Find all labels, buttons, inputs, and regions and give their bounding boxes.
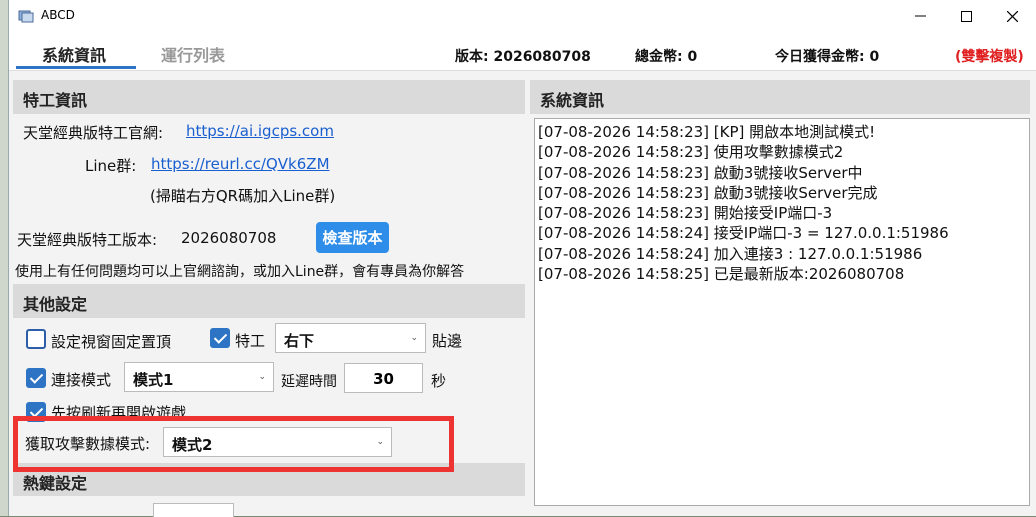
agent-position-select[interactable]: 右下 ⌄ (275, 323, 426, 353)
app-icon (18, 8, 34, 23)
hotkey-input[interactable] (153, 503, 234, 517)
tab-system-info[interactable]: 系統資訊 (42, 42, 106, 66)
pin-window-checkbox[interactable] (26, 329, 46, 349)
qr-hint: (掃瞄右方QR碼加入Line群) (150, 187, 336, 205)
total-coins-stat: 總金幣: 0 (635, 49, 698, 65)
agent-version-value: 2026080708 (181, 229, 277, 247)
other-settings-header: 其他設定 (13, 284, 525, 318)
chevron-down-icon: ⌄ (410, 333, 418, 343)
chevron-down-icon: ⌄ (258, 372, 266, 382)
agent-label: 特工 (235, 332, 266, 350)
agent-info-header: 特工資訊 (13, 80, 525, 114)
tab-bar: 系統資訊 運行列表 版本: 2026080708 總金幣: 0 今日獲得金幣: … (9, 32, 1036, 70)
highlight-box (13, 416, 454, 472)
minimize-icon[interactable] (897, 0, 943, 32)
agent-position-suffix: 貼邊 (432, 332, 463, 350)
log-line: [07-08-2026 14:58:23] 使用攻擊數據模式2 (538, 143, 844, 162)
check-version-button[interactable]: 檢查版本 (316, 222, 389, 253)
log-line: [07-08-2026 14:58:24] 加入連接3 : 127.0.0.1:… (538, 244, 923, 263)
close-icon[interactable] (989, 0, 1035, 32)
delay-unit: 秒 (431, 372, 447, 390)
official-site-label: 天堂經典版特工官網: (23, 124, 164, 142)
official-site-link[interactable]: https://ai.igcps.com (186, 122, 334, 140)
log-line: [07-08-2026 14:58:25] 已是最新版本:2026080708 (538, 265, 905, 284)
connect-mode-checkbox[interactable] (26, 368, 46, 388)
tab-active-indicator (16, 66, 136, 69)
pin-window-label: 設定視窗固定置頂 (51, 333, 172, 351)
delay-input[interactable]: 30 (344, 363, 423, 393)
help-text: 使用上有任何問題均可以上官網諮詢，或加入Line群，會有專員為你解答 (15, 264, 465, 280)
log-line: [07-08-2026 14:58:23] 啟動3號接收Server完成 (538, 183, 878, 202)
agent-position-value: 右下 (284, 332, 315, 350)
maximize-icon[interactable] (943, 0, 989, 32)
today-coins-stat: 今日獲得金幣: 0 (775, 49, 880, 65)
system-info-header: 系統資訊 (530, 80, 1030, 114)
line-group-label: Line群: (85, 157, 137, 175)
system-log-box[interactable]: [07-08-2026 14:58:23] [KP] 開啟本地測試模式! [07… (534, 118, 1030, 506)
log-line: [07-08-2026 14:58:23] 啟動3號接收Server中 (538, 163, 863, 182)
title-bar[interactable]: ABCD (9, 0, 1036, 32)
log-line: [07-08-2026 14:58:24] 接受IP端口-3 = 127.0.0… (538, 224, 949, 243)
agent-checkbox[interactable] (210, 328, 230, 348)
background-window-strip (0, 0, 8, 516)
connect-mode-select[interactable]: 模式1 ⌄ (124, 362, 274, 392)
tab-run-list[interactable]: 運行列表 (161, 42, 225, 66)
log-line: [07-08-2026 14:58:23] 開始接受IP端口-3 (538, 204, 833, 223)
agent-version-label: 天堂經典版特工版本: (17, 231, 158, 249)
double-click-copy-hint[interactable]: (雙擊複製) (955, 46, 1024, 66)
delay-label: 延遲時間 (281, 374, 337, 390)
connect-mode-label: 連接模式 (51, 371, 112, 389)
log-line: [07-08-2026 14:58:23] [KP] 開啟本地測試模式! (538, 123, 876, 141)
window-title: ABCD (41, 8, 75, 22)
connect-mode-value: 模式1 (133, 371, 174, 389)
version-stat: 版本: 2026080708 (455, 49, 591, 65)
line-group-link[interactable]: https://reurl.cc/QVk6ZM (151, 155, 330, 173)
